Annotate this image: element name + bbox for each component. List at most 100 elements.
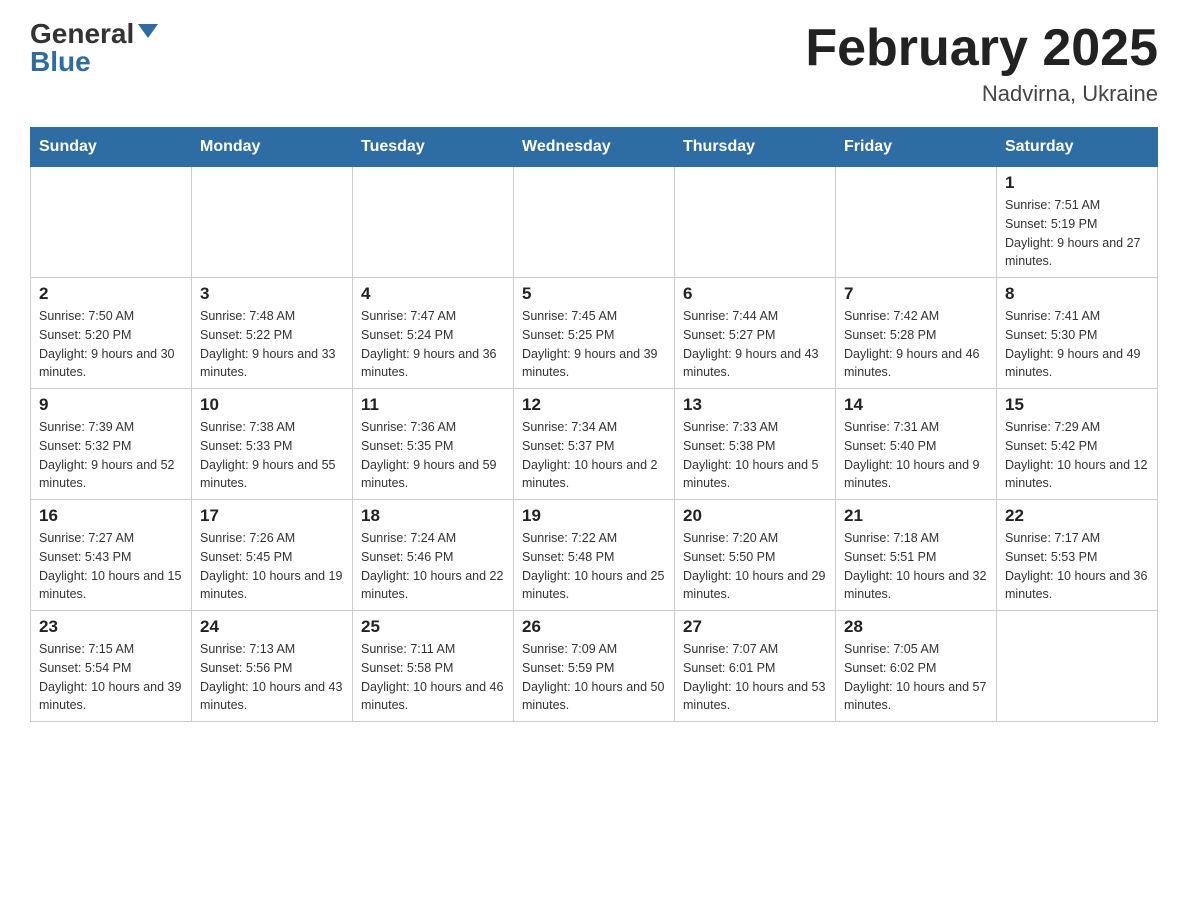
day-number: 3 [200,284,344,304]
day-info: Sunrise: 7:26 AM Sunset: 5:45 PM Dayligh… [200,529,344,604]
calendar-cell: 1 Sunrise: 7:51 AM Sunset: 5:19 PM Daylig… [997,167,1158,278]
day-number: 16 [39,506,183,526]
day-number: 19 [522,506,666,526]
day-info: Sunrise: 7:41 AM Sunset: 5:30 PM Dayligh… [1005,307,1149,382]
calendar-cell: 19Sunrise: 7:22 AM Sunset: 5:48 PM Dayli… [514,500,675,611]
calendar-header-day: Sunday [31,128,192,167]
calendar-cell: 21 Sunrise: 7:18 AM Sunset: 5:51 PM Dayli… [836,500,997,611]
calendar-cell [836,167,997,278]
day-info: Sunrise: 7:36 AM Sunset: 5:35 PM Dayligh… [361,418,505,493]
day-number: 1 [1005,173,1149,193]
week-row: 16 Sunrise: 7:27 AM Sunset: 5:43 PM Dayli… [31,500,1158,611]
day-info: Sunrise: 7:50 AM Sunset: 5:20 PM Dayligh… [39,307,183,382]
calendar-cell: 14Sunrise: 7:31 AM Sunset: 5:40 PM Dayli… [836,389,997,500]
day-number: 24 [200,617,344,637]
day-number: 11 [361,395,505,415]
calendar-cell: 6Sunrise: 7:44 AM Sunset: 5:27 PM Daylig… [675,278,836,389]
calendar-cell: 27 Sunrise: 7:07 AM Sunset: 6:01 PM Dayli… [675,611,836,722]
calendar-cell: 18 Sunrise: 7:24 AM Sunset: 5:46 PM Dayli… [353,500,514,611]
calendar-cell: 8 Sunrise: 7:41 AM Sunset: 5:30 PM Daylig… [997,278,1158,389]
calendar-header-row: SundayMondayTuesdayWednesdayThursdayFrid… [31,128,1158,167]
calendar-cell: 28Sunrise: 7:05 AM Sunset: 6:02 PM Dayli… [836,611,997,722]
week-row: 2 Sunrise: 7:50 AM Sunset: 5:20 PM Daylig… [31,278,1158,389]
page-header: General Blue February 2025 Nadvirna, Ukr… [30,20,1158,107]
month-title: February 2025 [805,20,1158,77]
day-number: 28 [844,617,988,637]
logo: General Blue [30,20,158,76]
calendar-cell: 22 Sunrise: 7:17 AM Sunset: 5:53 PM Dayli… [997,500,1158,611]
calendar-cell: 20Sunrise: 7:20 AM Sunset: 5:50 PM Dayli… [675,500,836,611]
day-info: Sunrise: 7:07 AM Sunset: 6:01 PM Dayligh… [683,640,827,715]
day-number: 13 [683,395,827,415]
day-info: Sunrise: 7:39 AM Sunset: 5:32 PM Dayligh… [39,418,183,493]
day-number: 2 [39,284,183,304]
day-info: Sunrise: 7:09 AM Sunset: 5:59 PM Dayligh… [522,640,666,715]
calendar-cell [997,611,1158,722]
calendar-cell: 12Sunrise: 7:34 AM Sunset: 5:37 PM Dayli… [514,389,675,500]
calendar-cell: 26 Sunrise: 7:09 AM Sunset: 5:59 PM Dayli… [514,611,675,722]
calendar-header-day: Thursday [675,128,836,167]
day-number: 26 [522,617,666,637]
calendar-cell: 5 Sunrise: 7:45 AM Sunset: 5:25 PM Daylig… [514,278,675,389]
calendar-cell: 11 Sunrise: 7:36 AM Sunset: 5:35 PM Dayli… [353,389,514,500]
calendar-cell [675,167,836,278]
day-info: Sunrise: 7:27 AM Sunset: 5:43 PM Dayligh… [39,529,183,604]
day-info: Sunrise: 7:11 AM Sunset: 5:58 PM Dayligh… [361,640,505,715]
day-info: Sunrise: 7:17 AM Sunset: 5:53 PM Dayligh… [1005,529,1149,604]
day-number: 9 [39,395,183,415]
day-info: Sunrise: 7:15 AM Sunset: 5:54 PM Dayligh… [39,640,183,715]
calendar-cell [31,167,192,278]
title-block: February 2025 Nadvirna, Ukraine [805,20,1158,107]
calendar-header-day: Saturday [997,128,1158,167]
calendar-cell: 23 Sunrise: 7:15 AM Sunset: 5:54 PM Dayli… [31,611,192,722]
calendar-cell: 4 Sunrise: 7:47 AM Sunset: 5:24 PM Daylig… [353,278,514,389]
calendar-header-day: Wednesday [514,128,675,167]
calendar-header-day: Tuesday [353,128,514,167]
day-number: 25 [361,617,505,637]
calendar-cell: 24Sunrise: 7:13 AM Sunset: 5:56 PM Dayli… [192,611,353,722]
calendar-cell: 9 Sunrise: 7:39 AM Sunset: 5:32 PM Daylig… [31,389,192,500]
calendar-cell: 2 Sunrise: 7:50 AM Sunset: 5:20 PM Daylig… [31,278,192,389]
day-number: 5 [522,284,666,304]
week-row: 1 Sunrise: 7:51 AM Sunset: 5:19 PM Daylig… [31,167,1158,278]
calendar-cell: 25 Sunrise: 7:11 AM Sunset: 5:58 PM Dayli… [353,611,514,722]
day-number: 22 [1005,506,1149,526]
calendar-header-day: Friday [836,128,997,167]
logo-triangle-icon [138,24,158,38]
calendar-table: SundayMondayTuesdayWednesdayThursdayFrid… [30,127,1158,722]
day-number: 10 [200,395,344,415]
day-info: Sunrise: 7:42 AM Sunset: 5:28 PM Dayligh… [844,307,988,382]
calendar-cell [192,167,353,278]
day-number: 23 [39,617,183,637]
calendar-cell: 10Sunrise: 7:38 AM Sunset: 5:33 PM Dayli… [192,389,353,500]
calendar-cell: 17 Sunrise: 7:26 AM Sunset: 5:45 PM Dayli… [192,500,353,611]
calendar-cell [514,167,675,278]
calendar-cell: 16 Sunrise: 7:27 AM Sunset: 5:43 PM Dayli… [31,500,192,611]
day-info: Sunrise: 7:31 AM Sunset: 5:40 PM Dayligh… [844,418,988,493]
logo-blue-text: Blue [30,48,91,76]
day-info: Sunrise: 7:34 AM Sunset: 5:37 PM Dayligh… [522,418,666,493]
week-row: 23 Sunrise: 7:15 AM Sunset: 5:54 PM Dayli… [31,611,1158,722]
day-number: 4 [361,284,505,304]
day-number: 15 [1005,395,1149,415]
day-info: Sunrise: 7:47 AM Sunset: 5:24 PM Dayligh… [361,307,505,382]
day-number: 18 [361,506,505,526]
calendar-cell [353,167,514,278]
day-number: 21 [844,506,988,526]
day-info: Sunrise: 7:18 AM Sunset: 5:51 PM Dayligh… [844,529,988,604]
day-number: 17 [200,506,344,526]
day-info: Sunrise: 7:24 AM Sunset: 5:46 PM Dayligh… [361,529,505,604]
week-row: 9 Sunrise: 7:39 AM Sunset: 5:32 PM Daylig… [31,389,1158,500]
calendar-cell: 13 Sunrise: 7:33 AM Sunset: 5:38 PM Dayli… [675,389,836,500]
calendar-cell: 3Sunrise: 7:48 AM Sunset: 5:22 PM Daylig… [192,278,353,389]
day-number: 27 [683,617,827,637]
day-number: 20 [683,506,827,526]
logo-general-text: General [30,20,134,48]
day-info: Sunrise: 7:45 AM Sunset: 5:25 PM Dayligh… [522,307,666,382]
day-number: 8 [1005,284,1149,304]
day-info: Sunrise: 7:51 AM Sunset: 5:19 PM Dayligh… [1005,196,1149,271]
day-info: Sunrise: 7:33 AM Sunset: 5:38 PM Dayligh… [683,418,827,493]
calendar-cell: 7Sunrise: 7:42 AM Sunset: 5:28 PM Daylig… [836,278,997,389]
location-text: Nadvirna, Ukraine [805,81,1158,107]
day-info: Sunrise: 7:44 AM Sunset: 5:27 PM Dayligh… [683,307,827,382]
